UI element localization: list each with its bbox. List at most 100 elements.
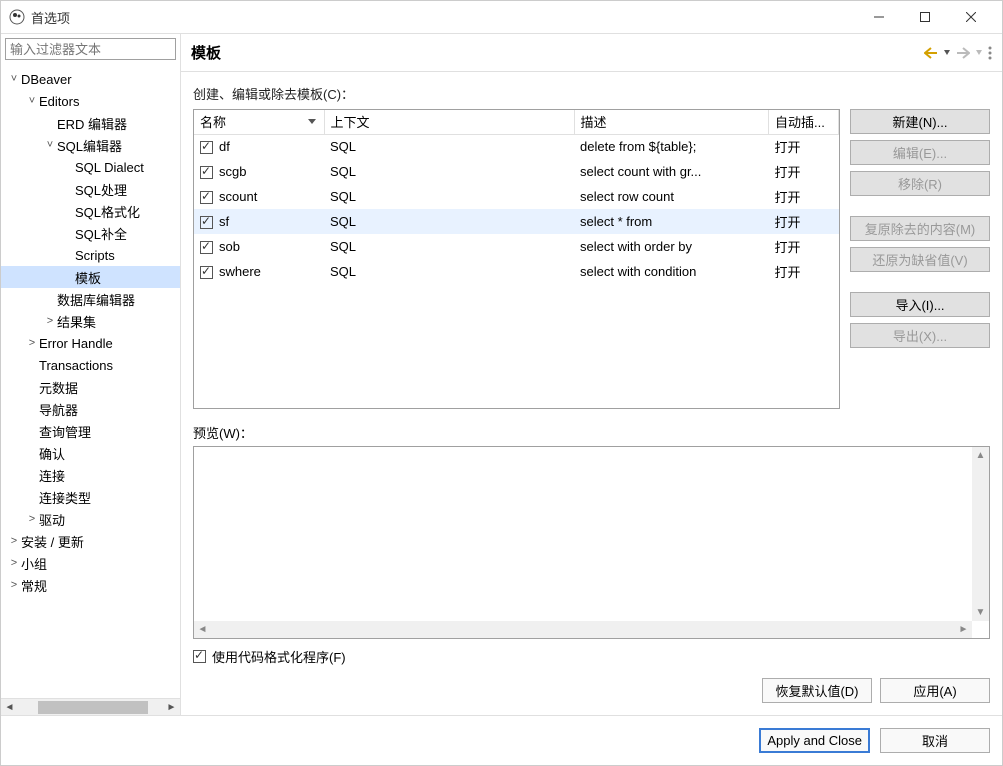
col-desc[interactable]: 描述 [574,110,769,134]
tree-label: Transactions [39,358,113,373]
twisty-icon[interactable]: ˃ [7,535,21,547]
tree-item[interactable]: SQL格式化 [1,200,180,222]
tree-item[interactable]: 导航器 [1,398,180,420]
cell-context: SQL [324,209,574,234]
menu-icon[interactable] [988,46,992,60]
row-checkbox[interactable] [200,191,213,204]
filter-input[interactable] [5,38,176,60]
cell-context: SQL [324,134,574,159]
cell-context: SQL [324,159,574,184]
col-auto[interactable]: 自动插... [769,110,839,134]
maximize-button[interactable] [902,2,948,32]
row-checkbox[interactable] [200,166,213,179]
window-title: 首选项 [31,8,856,27]
twisty-icon[interactable]: ˃ [25,513,39,525]
apply-close-button[interactable]: Apply and Close [759,728,870,753]
minimize-button[interactable] [856,2,902,32]
tree-item[interactable]: SQL补全 [1,222,180,244]
twisty-icon[interactable]: ˃ [43,315,57,327]
new-button[interactable]: 新建(N)... [850,109,990,134]
tree-item[interactable]: ˃小组 [1,552,180,574]
preference-tree[interactable]: ˅DBeaver˅EditorsERD 编辑器˅SQL编辑器SQL Dialec… [1,64,180,698]
tree-label: 导航器 [39,400,78,419]
sidebar-scrollbar[interactable]: ◄► [1,698,180,715]
row-checkbox[interactable] [200,266,213,279]
tree-item[interactable]: Transactions [1,354,180,376]
remove-button[interactable]: 移除(R) [850,171,990,196]
cell-name: scount [219,189,257,204]
tree-label: ERD 编辑器 [57,114,127,133]
tree-item[interactable]: ˅Editors [1,90,180,112]
forward-icon[interactable] [956,47,970,59]
cell-context: SQL [324,234,574,259]
footer: Apply and Close 取消 [1,715,1002,765]
sidebar: ˅DBeaver˅EditorsERD 编辑器˅SQL编辑器SQL Dialec… [1,34,181,715]
table-row[interactable]: sob SQL select with order by 打开 [194,234,839,259]
table-row[interactable]: scount SQL select row count 打开 [194,184,839,209]
preview-scroll-h[interactable]: ◄► [194,621,972,638]
tree-item[interactable]: 模板 [1,266,180,288]
app-icon [9,9,25,25]
tree-item[interactable]: ˅DBeaver [1,68,180,90]
cell-auto: 打开 [769,184,839,209]
import-button[interactable]: 导入(I)... [850,292,990,317]
table-row[interactable]: swhere SQL select with condition 打开 [194,259,839,284]
tree-item[interactable]: 查询管理 [1,420,180,442]
row-checkbox[interactable] [200,216,213,229]
table-row[interactable]: df SQL delete from ${table}; 打开 [194,134,839,159]
tree-item[interactable]: ˅SQL编辑器 [1,134,180,156]
tree-label: SQL Dialect [75,160,144,175]
forward-menu-icon[interactable] [976,50,982,56]
preview-scroll-v[interactable]: ▲▼ [972,447,989,621]
table-row[interactable]: sf SQL select * from 打开 [194,209,839,234]
row-checkbox[interactable] [200,141,213,154]
tree-item[interactable]: SQL处理 [1,178,180,200]
tree-label: 数据库编辑器 [57,290,135,309]
close-button[interactable] [948,2,994,32]
tree-item[interactable]: ˃常规 [1,574,180,596]
restore-defaults-button[interactable]: 恢复默认值(D) [762,678,872,703]
twisty-icon[interactable]: ˃ [7,579,21,591]
back-icon[interactable] [924,47,938,59]
titlebar: 首选项 [1,1,1002,33]
tree-item[interactable]: ˃安装 / 更新 [1,530,180,552]
tree-item[interactable]: 数据库编辑器 [1,288,180,310]
tree-item[interactable]: ˃结果集 [1,310,180,332]
back-menu-icon[interactable] [944,50,950,56]
tree-item[interactable]: SQL Dialect [1,156,180,178]
tree-item[interactable]: 确认 [1,442,180,464]
table-row[interactable]: scgb SQL select count with gr... 打开 [194,159,839,184]
tree-item[interactable]: 元数据 [1,376,180,398]
edit-button[interactable]: 编辑(E)... [850,140,990,165]
cell-auto: 打开 [769,209,839,234]
tree-item[interactable]: 连接类型 [1,486,180,508]
row-checkbox[interactable] [200,241,213,254]
col-context[interactable]: 上下文 [324,110,574,134]
templates-table[interactable]: 名称 上下文 描述 自动插... df SQL delete from ${ta… [193,109,840,409]
apply-button[interactable]: 应用(A) [880,678,990,703]
col-name[interactable]: 名称 [194,110,324,134]
tree-label: SQL编辑器 [57,136,122,155]
preview-area[interactable]: ▲▼ ◄► [193,446,990,639]
tree-item[interactable]: 连接 [1,464,180,486]
restore-button[interactable]: 还原为缺省值(V) [850,247,990,272]
tree-item[interactable]: ˃驱动 [1,508,180,530]
tree-label: DBeaver [21,72,72,87]
twisty-icon[interactable]: ˃ [25,337,39,349]
tree-item[interactable]: Scripts [1,244,180,266]
cell-context: SQL [324,184,574,209]
tree-item[interactable]: ˃Error Handle [1,332,180,354]
cell-desc: select with condition [574,259,769,284]
cell-context: SQL [324,259,574,284]
twisty-icon[interactable]: ˅ [43,139,57,151]
page-header: 模板 [181,34,1002,72]
twisty-icon[interactable]: ˅ [7,73,21,85]
twisty-icon[interactable]: ˅ [25,95,39,107]
use-formatter-checkbox[interactable] [193,650,206,663]
main-panel: 模板 创建、编辑或除去模板(C)： 名称 上下文 描述 自动插... [181,34,1002,715]
twisty-icon[interactable]: ˃ [7,557,21,569]
revert-button[interactable]: 复原除去的内容(M) [850,216,990,241]
tree-item[interactable]: ERD 编辑器 [1,112,180,134]
export-button[interactable]: 导出(X)... [850,323,990,348]
cancel-button[interactable]: 取消 [880,728,990,753]
